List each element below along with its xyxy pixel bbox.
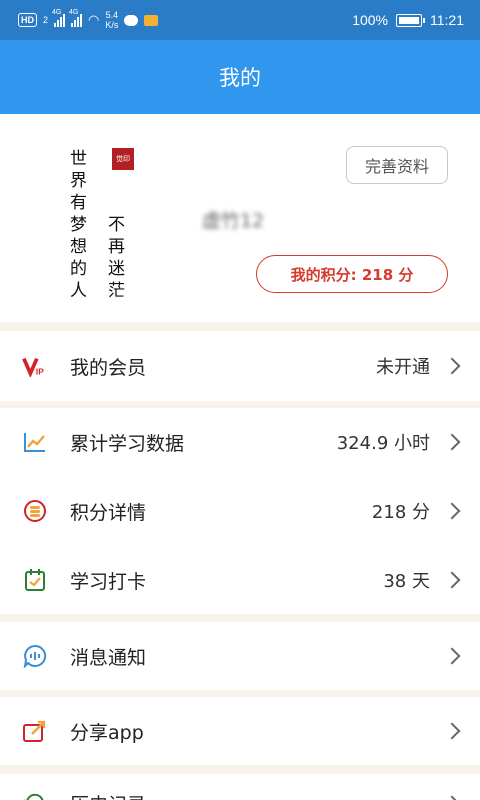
- history-icon: [22, 790, 48, 800]
- menu-value: 未开通: [376, 357, 430, 378]
- calligraphy-line-1: 世界有梦想的人: [70, 149, 87, 301]
- chevron-right-icon: [443, 722, 461, 740]
- signal-icon-2: 4G: [69, 9, 83, 27]
- chevron-right-icon: [443, 571, 461, 589]
- mail-notification-icon: [144, 14, 159, 26]
- menu-item-study-data[interactable]: 累计学习数据 324.9 小时: [0, 408, 480, 476]
- svg-text:IP: IP: [36, 366, 44, 376]
- speed-value: 5.4: [105, 10, 119, 20]
- seal-stamp: 觉印: [112, 148, 134, 170]
- menu-label: 累计学习数据: [70, 432, 185, 455]
- hd-icon: HD: [18, 13, 37, 27]
- edit-profile-button[interactable]: 完善资料: [346, 146, 448, 184]
- calligraphy-line-2: 不再迷茫: [108, 215, 125, 301]
- battery-percent: 100%: [352, 12, 388, 28]
- calendar-check-icon: [22, 567, 48, 593]
- battery-icon: [396, 13, 425, 27]
- status-left: HD 2 4G 4G ◠ 5.4 K/s: [18, 9, 159, 30]
- status-right: 100% 11:21: [352, 12, 464, 28]
- menu-item-checkin[interactable]: 学习打卡 38 天: [0, 546, 480, 614]
- network-type-2: 4G: [69, 9, 79, 16]
- menu-value: 218 分: [371, 502, 430, 523]
- chevron-right-icon: [443, 433, 461, 451]
- sim-indicator: 2: [43, 15, 49, 25]
- chat-notification-icon: [124, 14, 139, 26]
- chart-icon: [22, 429, 48, 455]
- menu-label: 分享app: [70, 721, 144, 744]
- menu-value: 324.9 小时: [336, 433, 430, 454]
- menu-label: 消息通知: [70, 646, 147, 669]
- chevron-right-icon: [443, 502, 461, 520]
- menu-label: 积分详情: [70, 501, 147, 524]
- menu-item-vip[interactable]: IP 我的会员 未开通: [0, 331, 480, 401]
- menu-label: 学习打卡: [70, 570, 147, 593]
- my-points-button[interactable]: 我的积分: 218 分: [256, 255, 448, 293]
- network-speed: 5.4 K/s: [105, 10, 118, 30]
- share-icon: [22, 718, 48, 744]
- chevron-right-icon: [443, 647, 461, 665]
- page-title: 我的: [219, 66, 261, 90]
- chevron-right-icon: [443, 795, 461, 800]
- clock: 11:21: [430, 12, 464, 28]
- network-type-1: 4G: [52, 9, 62, 16]
- avatar[interactable]: 世界有梦想的人 不再迷茫 觉印: [66, 144, 138, 301]
- message-icon: [22, 643, 48, 669]
- wifi-icon: ◠: [88, 12, 100, 27]
- menu-item-notifications[interactable]: 消息通知: [0, 622, 480, 690]
- menu-label: 我的会员: [70, 356, 147, 379]
- speed-unit: K/s: [105, 20, 119, 30]
- menu-value: 38 天: [383, 571, 430, 592]
- username: 虚竹12: [202, 210, 265, 232]
- status-bar: HD 2 4G 4G ◠ 5.4 K/s 100% 11:21: [0, 0, 480, 40]
- menu-item-points-detail[interactable]: 积分详情 218 分: [0, 476, 480, 546]
- signal-icon-1: 4G: [52, 9, 66, 27]
- menu-item-history[interactable]: 历史记录: [0, 774, 480, 800]
- menu-item-share[interactable]: 分享app: [0, 697, 480, 765]
- profile-card: 世界有梦想的人 不再迷茫 觉印 虚竹12 完善资料 我的积分: 218 分: [0, 114, 480, 322]
- menu-label: 历史记录: [70, 790, 146, 800]
- title-bar: 我的: [0, 40, 480, 114]
- vip-icon: IP: [22, 353, 48, 379]
- chevron-right-icon: [443, 357, 461, 375]
- coin-icon: [22, 498, 48, 524]
